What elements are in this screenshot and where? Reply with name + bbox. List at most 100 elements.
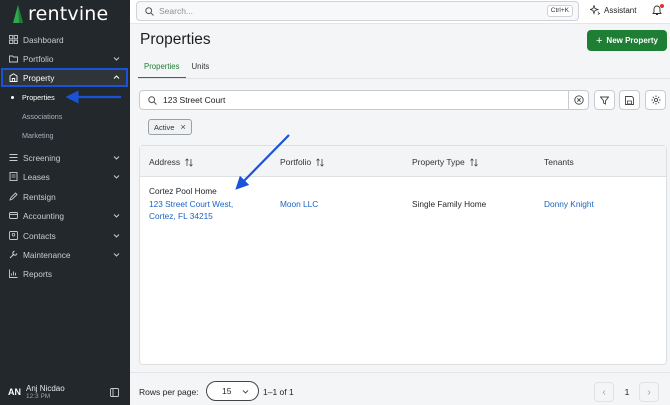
property-address-line2[interactable]: Cortez, FL 34215 (149, 210, 213, 222)
chevron-down-icon (113, 234, 120, 238)
chevron-up-icon (113, 75, 120, 79)
save-view-button[interactable] (619, 90, 640, 110)
sidebar-subitem-properties[interactable]: Properties (0, 88, 130, 107)
lease-icon (8, 172, 18, 182)
rows-per-page-label: Rows per page: (139, 387, 199, 397)
settings-button[interactable] (645, 90, 666, 110)
property-search-input[interactable]: 123 Street Court (139, 90, 589, 110)
sort-icon (469, 157, 478, 167)
column-label: Portfolio (280, 157, 312, 167)
sort-icon (185, 157, 193, 167)
column-header-address[interactable]: Address (149, 157, 193, 167)
tabs: Properties Units (138, 59, 215, 79)
user-profile[interactable]: AN Anj Nicdao 12:3 PM (0, 379, 130, 405)
portfolio-link[interactable]: Moon LLC (280, 198, 318, 210)
chevron-down-icon (113, 214, 120, 218)
collapse-sidebar-icon[interactable] (110, 388, 119, 397)
column-label: Address (149, 157, 181, 167)
status-filter-chip[interactable]: Active × (148, 119, 192, 135)
sidebar-subitem-marketing[interactable]: Marketing (0, 126, 130, 145)
filter-icon (600, 96, 609, 105)
sidebar-item-maintenance[interactable]: Maintenance (0, 245, 130, 264)
tenant-link[interactable]: Donny Knight (544, 198, 594, 210)
sidebar-item-label: Screening (23, 152, 61, 163)
pen-icon (8, 192, 18, 202)
sort-icon (316, 157, 324, 167)
rows-per-page-value: 15 (222, 386, 232, 396)
list-icon (8, 153, 18, 163)
table-row[interactable]: Cortez Pool Home 123 Street Court West, … (140, 178, 666, 228)
active-dot (11, 96, 14, 99)
previous-page-button[interactable]: ‹ (594, 382, 614, 402)
filter-button[interactable] (594, 90, 615, 110)
chip-label: Active (154, 122, 175, 132)
column-header-property-type[interactable]: Property Type (412, 157, 478, 167)
chevron-down-icon (242, 390, 249, 394)
chevron-down-icon (113, 175, 120, 179)
rentvine-logo[interactable]: rentvine (11, 3, 108, 25)
clear-search-button[interactable] (568, 90, 589, 110)
assistant-button[interactable]: Assistant (590, 5, 636, 15)
tab-properties[interactable]: Properties (138, 59, 186, 79)
column-header-tenants: Tenants (544, 157, 574, 167)
column-label: Property Type (412, 157, 465, 167)
search-placeholder: Search... (159, 6, 194, 16)
folder-icon (8, 54, 18, 64)
sidebar-item-label: Maintenance (23, 249, 71, 260)
clear-circle-icon (574, 95, 584, 105)
tabs-divider (138, 78, 670, 79)
close-icon[interactable]: × (180, 122, 185, 132)
properties-table: Address Portfolio Property Type Tenants … (139, 145, 667, 365)
sidebar-item-contacts[interactable]: Contacts (0, 226, 130, 245)
chart-icon (8, 269, 18, 279)
pagination-bar: Rows per page: 15 1–1 of 1 ‹ 1 › (130, 372, 670, 405)
rows-per-page-select[interactable]: 15 (206, 381, 259, 401)
avatar: AN (8, 387, 21, 397)
contacts-icon (8, 231, 18, 241)
sidebar-item-dashboard[interactable]: Dashboard (0, 30, 130, 49)
sidebar-item-portfolio[interactable]: Portfolio (0, 49, 130, 68)
property-address-line1[interactable]: 123 Street Court West, (149, 198, 233, 210)
sparkle-icon (590, 5, 600, 15)
pagination-range: 1–1 of 1 (263, 387, 294, 397)
sidebar-item-label: Reports (23, 268, 53, 279)
gear-icon (651, 95, 660, 105)
sidebar-item-rentsign[interactable]: Rentsign (0, 187, 130, 206)
save-icon (625, 95, 634, 105)
sidebar-item-label: Accounting (23, 210, 65, 221)
tab-units[interactable]: Units (186, 59, 216, 79)
logo-text: rentvine (28, 3, 109, 25)
sidebar-item-screening[interactable]: Screening (0, 148, 130, 167)
search-icon (145, 6, 154, 16)
chevron-down-icon (113, 253, 120, 257)
notification-dot (660, 4, 664, 8)
accounting-icon (8, 211, 18, 221)
property-name: Cortez Pool Home (149, 186, 217, 196)
sidebar-item-label: Leases (23, 171, 50, 182)
sidebar-item-label: Contacts (23, 230, 56, 241)
sidebar-item-label: Rentsign (23, 191, 56, 202)
search-icon (148, 95, 157, 105)
current-page[interactable]: 1 (617, 382, 637, 402)
sidebar-subitem-associations[interactable]: Associations (0, 107, 130, 126)
sidebar-item-property[interactable]: Property (0, 68, 130, 87)
column-header-portfolio[interactable]: Portfolio (280, 157, 324, 167)
sidebar-subitem-label: Associations (22, 112, 63, 121)
sidebar-item-accounting[interactable]: Accounting (0, 206, 130, 225)
sidebar: rentvine Dashboard Portfolio Property Pr… (0, 0, 130, 405)
table-header: Address Portfolio Property Type Tenants (140, 146, 666, 177)
global-search-input[interactable]: Search... Ctrl+K (136, 1, 579, 21)
next-page-button[interactable]: › (639, 382, 659, 402)
assistant-label: Assistant (604, 5, 637, 15)
chevron-down-icon (113, 156, 120, 160)
sidebar-subitem-label: Marketing (22, 131, 54, 140)
sidebar-item-reports[interactable]: Reports (0, 264, 130, 283)
user-name: Anj Nicdao (26, 384, 65, 393)
building-icon (8, 73, 18, 83)
new-property-label: New Property (606, 36, 658, 45)
sidebar-item-leases[interactable]: Leases (0, 167, 130, 186)
property-type: Single Family Home (412, 199, 487, 209)
page-title: Properties (140, 31, 211, 48)
search-value: 123 Street Court (163, 95, 226, 105)
new-property-button[interactable]: + New Property (587, 30, 667, 51)
